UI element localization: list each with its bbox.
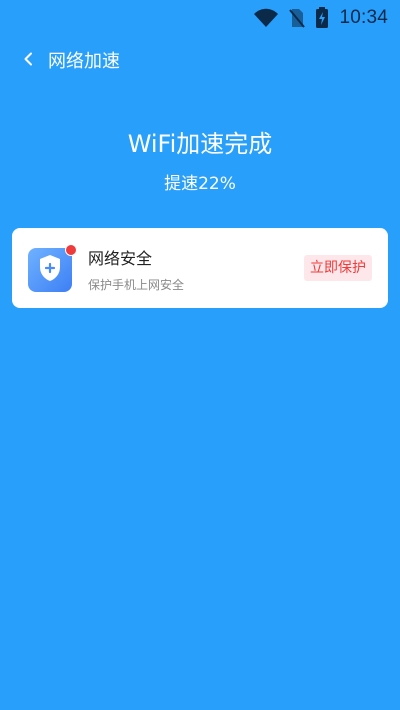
result-title: WiFi加速完成 [127,130,273,158]
toolbar: 网络加速 [0,44,400,76]
network-security-card[interactable]: 网络安全 保护手机上网安全 立即保护 [12,228,388,308]
protect-now-button[interactable]: 立即保护 [304,255,372,281]
status-icons: 10:34 [253,4,388,32]
battery-charging-icon [315,7,329,29]
back-button[interactable] [18,44,38,76]
status-bar: 10:34 [0,0,400,36]
notification-dot [65,244,77,256]
card-icon-tile [28,248,72,292]
no-sim-icon [289,8,306,28]
card-description: 保护手机上网安全 [88,278,185,292]
wifi-icon [253,8,279,28]
card-title: 网络安全 [88,249,153,268]
result-subtitle: 提速22% [164,174,236,194]
page-title: 网络加速 [48,51,120,72]
status-time: 10:34 [339,7,388,28]
chevron-left-icon [23,51,33,70]
shield-plus-icon [38,254,62,286]
